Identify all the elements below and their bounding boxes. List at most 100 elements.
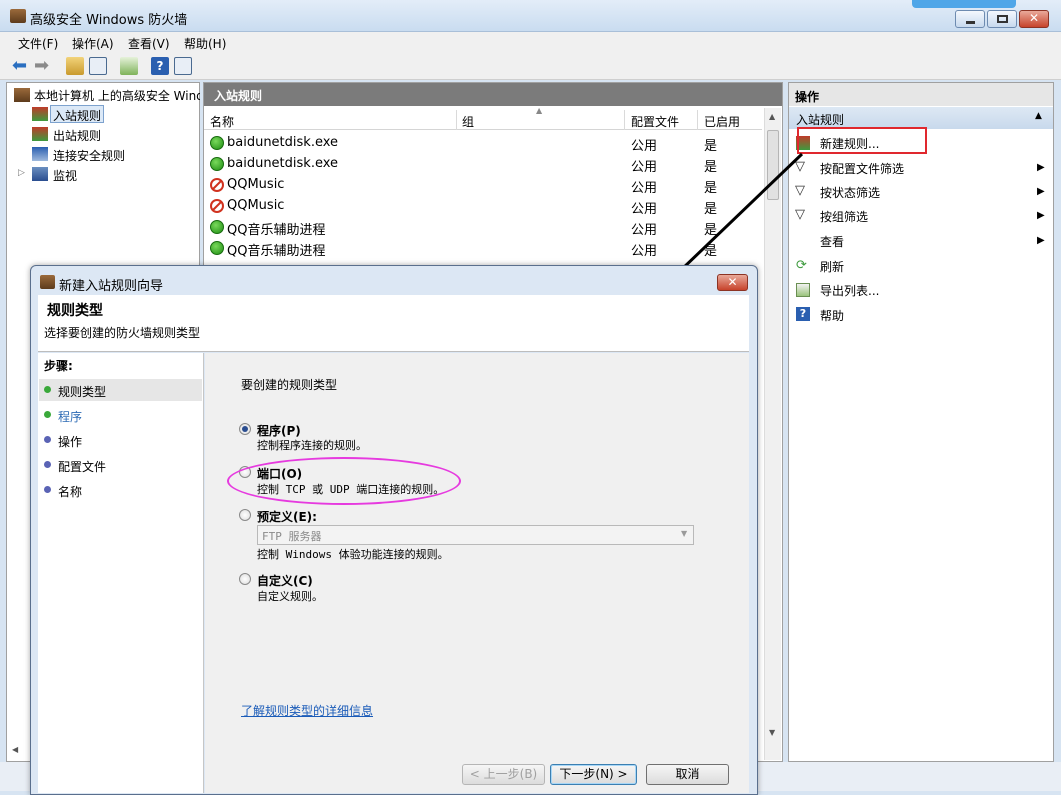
connection-security-icon	[32, 147, 48, 161]
actions-header: 操作	[789, 83, 1053, 106]
back-arrow-icon[interactable]: ⬅	[12, 57, 30, 75]
step-action: 操作	[58, 435, 83, 449]
maximize-icon	[997, 15, 1008, 23]
action-filter-group[interactable]: 按组筛选	[820, 208, 868, 225]
radio-program[interactable]	[239, 423, 251, 435]
actions-section-header[interactable]: 入站规则 ▲	[789, 107, 1053, 129]
step-rule-type: 规则类型	[58, 385, 107, 399]
step-dot	[44, 486, 51, 493]
help-toolbar-icon[interactable]: ?	[151, 57, 169, 75]
menu-help[interactable]: 帮助(H)	[184, 35, 226, 52]
steps-label: 步骤:	[44, 359, 73, 373]
step-dot	[44, 436, 51, 443]
step-name: 名称	[58, 485, 83, 499]
tree-item-connection-security[interactable]: 连接安全规则	[53, 147, 125, 164]
column-profile[interactable]: 配置文件	[631, 113, 679, 130]
block-status-icon	[210, 199, 224, 213]
predefined-select[interactable]: FTP 服务器 ▼	[257, 525, 694, 545]
action-help[interactable]: 帮助	[820, 307, 844, 324]
rule-name[interactable]: baidunetdisk.exe	[227, 135, 338, 150]
export-toolbar-icon[interactable]	[120, 57, 138, 75]
rule-name[interactable]: QQ音乐辅助进程	[227, 219, 325, 238]
firewall-root-icon	[14, 88, 30, 102]
rule-name[interactable]: baidunetdisk.exe	[227, 156, 338, 171]
allow-status-icon	[210, 220, 224, 234]
submenu-arrow-icon: ▶	[1037, 235, 1045, 246]
learn-more-link[interactable]: 了解规则类型的详细信息	[241, 702, 373, 719]
cancel-button[interactable]: 取消	[646, 764, 729, 785]
close-icon: ✕	[1029, 11, 1040, 25]
step-active-dot	[44, 386, 51, 393]
chevron-down-icon: ▼	[681, 529, 688, 538]
rule-name[interactable]: QQMusic	[227, 198, 284, 213]
column-enabled[interactable]: 已启用	[704, 113, 740, 130]
tree-item-monitor[interactable]: 监视	[53, 167, 77, 184]
action-export[interactable]: 导出列表...	[820, 282, 879, 299]
menu-action[interactable]: 操作(A)	[72, 35, 114, 52]
radio-custom[interactable]	[239, 573, 251, 585]
action-filter-state[interactable]: 按状态筛选	[820, 184, 880, 201]
column-separator[interactable]	[697, 110, 698, 130]
new-rule-highlight-box	[797, 127, 927, 154]
action-filter-profile[interactable]: 按配置文件筛选	[820, 160, 904, 177]
scroll-down-icon[interactable]: ▼	[769, 728, 775, 737]
wizard-title: 新建入站规则向导	[59, 279, 164, 294]
step-active-dot	[44, 411, 51, 418]
next-button[interactable]: 下一步(N) >	[550, 764, 637, 785]
option-predefined-desc: 控制 Windows 体验功能连接的规则。	[257, 548, 449, 561]
submenu-arrow-icon: ▶	[1037, 210, 1045, 221]
forward-arrow-icon[interactable]: ➡	[34, 57, 52, 75]
sort-arrow-icon: ▲	[536, 106, 543, 115]
maximize-button[interactable]	[987, 10, 1017, 28]
step-profile: 配置文件	[58, 460, 107, 474]
up-folder-icon[interactable]	[66, 57, 84, 75]
rule-name[interactable]: QQ音乐辅助进程	[227, 240, 325, 259]
rules-panel-title: 入站规则	[214, 89, 263, 103]
rules-panel-header: 入站规则	[204, 83, 782, 106]
minimize-icon	[966, 21, 975, 24]
actions-section-title: 入站规则	[796, 113, 845, 127]
back-button[interactable]: < 上一步(B)	[462, 764, 545, 785]
inbound-rules-icon	[32, 107, 48, 121]
firewall-app-icon	[10, 9, 26, 23]
actions-title: 操作	[795, 90, 820, 104]
option-custom-desc: 自定义规则。	[257, 590, 323, 603]
action-pane-icon[interactable]	[174, 57, 192, 75]
radio-predefined[interactable]	[239, 509, 251, 521]
option-predefined-label[interactable]: 预定义(E):	[257, 508, 317, 525]
step-dot	[44, 461, 51, 468]
wizard-subheading: 选择要创建的防火墙规则类型	[44, 326, 201, 340]
option-program-desc: 控制程序连接的规则。	[257, 439, 367, 452]
expand-arrow-icon[interactable]: ▷	[18, 168, 25, 178]
action-view[interactable]: 查看	[820, 233, 844, 250]
column-separator[interactable]	[624, 110, 625, 130]
taskbar-badge	[912, 0, 1016, 8]
minimize-button[interactable]	[955, 10, 985, 28]
menu-file[interactable]: 文件(F)	[18, 35, 58, 52]
tree-item-inbound[interactable]: 入站规则	[53, 107, 101, 124]
column-group[interactable]: 组	[462, 113, 474, 130]
port-highlight-ellipse	[227, 457, 461, 505]
allow-status-icon	[210, 157, 224, 171]
close-button[interactable]: ✕	[1019, 10, 1049, 28]
action-refresh[interactable]: 刷新	[820, 258, 844, 275]
option-custom-label[interactable]: 自定义(C)	[257, 572, 313, 589]
monitor-icon	[32, 167, 48, 181]
collapse-arrow-icon[interactable]: ▲	[1035, 111, 1042, 121]
tree-hscroll-left-icon[interactable]: ◀	[12, 745, 18, 754]
menu-view[interactable]: 查看(V)	[128, 35, 170, 52]
submenu-arrow-icon: ▶	[1037, 162, 1045, 173]
wizard-app-icon	[40, 275, 55, 289]
allow-status-icon	[210, 241, 224, 255]
tree-item-outbound[interactable]: 出站规则	[53, 127, 101, 144]
tree-root[interactable]: 本地计算机 上的高级安全 Wind	[34, 87, 200, 104]
wizard-close-button[interactable]: ✕	[717, 274, 748, 291]
block-status-icon	[210, 178, 224, 192]
wizard-heading: 规则类型	[47, 303, 103, 319]
show-tree-icon[interactable]	[89, 57, 107, 75]
column-name[interactable]: 名称	[210, 113, 234, 130]
outbound-rules-icon	[32, 127, 48, 141]
column-separator[interactable]	[456, 110, 457, 130]
scroll-up-icon[interactable]: ▲	[769, 112, 775, 121]
rule-name[interactable]: QQMusic	[227, 177, 284, 192]
